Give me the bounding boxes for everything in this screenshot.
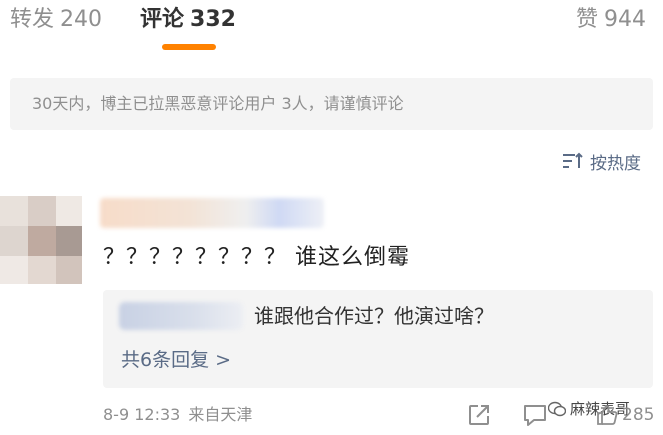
tab-likes[interactable]: 赞 944	[576, 5, 646, 35]
tab-comments-count: 332	[190, 7, 236, 32]
avatar-pixel	[56, 256, 82, 284]
sort-button[interactable]: 按热度	[562, 148, 641, 174]
avatar-pixel	[28, 226, 56, 256]
share-button[interactable]	[467, 402, 491, 428]
comment-meta: 8-9 12:33 来自天津	[103, 404, 252, 426]
sort-icon	[563, 152, 583, 168]
comment-tabs: 转发 240 评论 332 赞 944	[0, 0, 663, 62]
active-tab-indicator	[162, 44, 216, 50]
wechat-icon	[548, 401, 566, 416]
avatar-pixel	[28, 196, 56, 226]
view-more-replies-link[interactable]: 共6条回复 >	[121, 346, 231, 374]
comment-text: ？？？？？？？？ 谁这么倒霉	[103, 245, 410, 270]
tab-likes-count: 944	[604, 7, 647, 32]
tab-repost-label: 转发	[10, 7, 55, 32]
avatar[interactable]	[0, 196, 82, 284]
tab-repost-count: 240	[60, 7, 103, 32]
tab-comments-label: 评论	[140, 7, 185, 32]
reply-preview[interactable]: 谁跟他合作过？他演过啥？ 共6条回复 >	[103, 290, 653, 388]
tab-likes-label: 赞	[576, 7, 599, 32]
sort-label: 按热度	[590, 153, 641, 174]
avatar-pixel	[56, 226, 82, 256]
avatar-pixel	[28, 256, 56, 284]
avatar-pixel	[0, 196, 28, 226]
moderation-notice-text: 30天内，博主已拉黑恶意评论用户 3人，请谨慎评论	[32, 94, 404, 113]
avatar-pixel	[56, 196, 82, 226]
username-redacted[interactable]	[100, 198, 324, 228]
moderation-notice: 30天内，博主已拉黑恶意评论用户 3人，请谨慎评论	[10, 78, 653, 130]
thumbs-up-icon	[597, 405, 618, 425]
like-button[interactable]: 285	[596, 402, 654, 428]
comment-time: 8-9 12:33	[103, 405, 181, 424]
avatar-pixel	[0, 226, 28, 256]
tab-repost[interactable]: 转发 240	[10, 5, 102, 35]
reply-username-redacted[interactable]	[119, 302, 243, 330]
comment-source: 来自天津	[188, 405, 253, 424]
reply-text: 谁跟他合作过？他演过啥？	[254, 304, 494, 328]
avatar-pixel	[0, 256, 28, 284]
comment-icon	[524, 405, 546, 426]
share-icon	[469, 405, 489, 425]
tab-comments[interactable]: 评论 332	[140, 5, 236, 35]
like-count: 285	[622, 405, 655, 425]
comment-button[interactable]	[522, 402, 548, 428]
